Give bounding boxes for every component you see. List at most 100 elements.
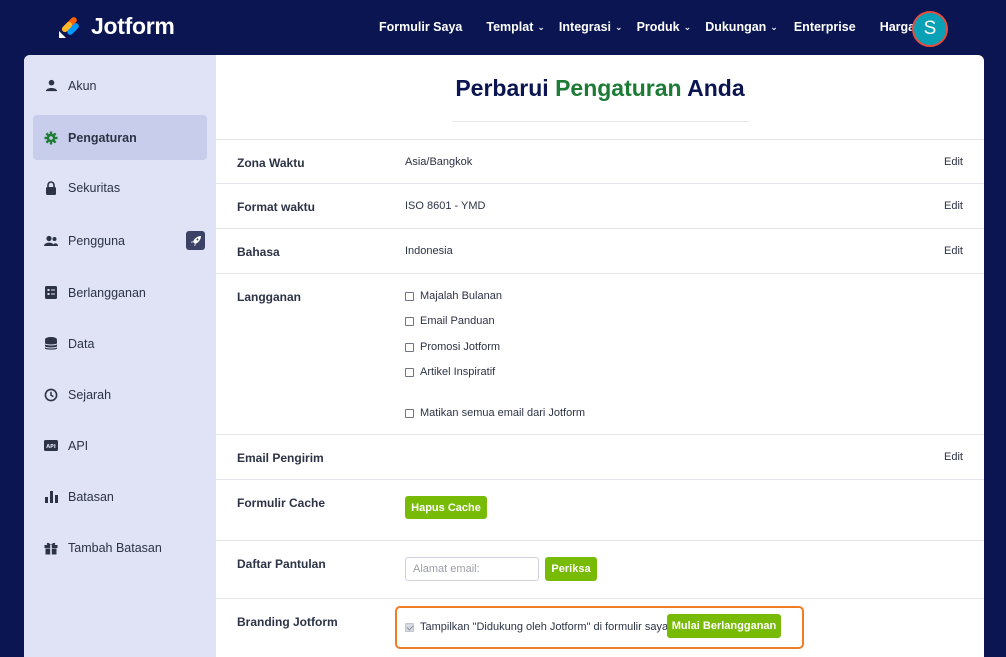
subscription-option[interactable]: Promosi Jotform [405, 341, 500, 353]
sidebar-item-label: Berlangganan [68, 285, 146, 300]
checkbox[interactable] [405, 291, 414, 301]
settings-panel: Akun Pengaturan Sekuritas Pengguna Berla… [24, 55, 984, 657]
sidebar-item-label: Sejarah [68, 387, 112, 402]
sidebar-item-sejarah[interactable]: Sejarah [33, 372, 207, 417]
title-part: Anda [687, 75, 745, 101]
checkbox-label: Promosi Jotform [420, 341, 501, 353]
checkbox[interactable] [405, 342, 414, 352]
api-icon: API [44, 439, 58, 453]
title-part: Perbarui [455, 75, 549, 101]
divider [452, 121, 749, 122]
setting-row-sender-email: Email Pengirim Edit [216, 434, 984, 479]
sidebar-item-label: Pengaturan [68, 130, 137, 145]
nav-templat[interactable]: Templat ⌄ [486, 20, 545, 34]
nav-formulir-saya[interactable]: Formulir Saya [379, 20, 462, 34]
nav-label: Dukungan [705, 20, 767, 34]
setting-label: Langganan [237, 290, 302, 304]
nav-dukungan[interactable]: Dukungan ⌄ [705, 20, 778, 34]
setting-value: Indonesia [405, 245, 453, 257]
sidebar-item-label: Tambah Batasan [68, 540, 162, 555]
chevron-down-icon: ⌄ [615, 21, 623, 32]
nav-integrasi[interactable]: Integrasi ⌄ [559, 20, 623, 34]
sidebar-item-label: API [68, 438, 89, 453]
check-bounce-button[interactable]: Periksa [545, 557, 597, 581]
nav-enterprise[interactable]: Enterprise [794, 20, 856, 34]
database-icon [44, 336, 58, 351]
invoice-icon [44, 286, 58, 300]
sidebar-item-tambah-batasan[interactable]: Tambah Batasan [33, 525, 207, 570]
users-icon [44, 234, 58, 248]
gift-icon [44, 541, 58, 555]
start-subscription-button[interactable]: Mulai Berlangganan [667, 614, 781, 638]
setting-row-language: Bahasa Indonesia Edit [216, 228, 984, 273]
setting-label: Zona Waktu [237, 156, 305, 170]
sidebar-item-berlangganan[interactable]: Berlangganan [33, 270, 207, 315]
settings-content: Perbarui Pengaturan Anda Zona Waktu Asia… [216, 55, 984, 657]
history-icon [44, 388, 58, 402]
svg-text:API: API [46, 444, 56, 450]
chevron-down-icon: ⌄ [537, 21, 545, 32]
nav-label: Templat [486, 20, 534, 34]
checkbox-label: Artikel Inspiratif [420, 366, 496, 378]
sidebar-item-batasan[interactable]: Batasan [33, 474, 207, 519]
jotform-logo[interactable]: Jotform [58, 13, 175, 40]
setting-label: Bahasa [237, 245, 280, 259]
edit-language-link[interactable]: Edit [944, 245, 963, 257]
sidebar-item-sekuritas[interactable]: Sekuritas [33, 165, 207, 210]
setting-value: ISO 8601 - YMD [405, 200, 486, 212]
setting-label: Branding Jotform [237, 615, 338, 629]
nav-label: Harga [879, 20, 916, 34]
checkbox-label: Matikan semua email dari Jotform [420, 407, 586, 419]
unsubscribe-all-option[interactable]: Matikan semua email dari Jotform [405, 407, 585, 419]
setting-label: Formulir Cache [237, 496, 326, 510]
title-highlight: Pengaturan [555, 75, 682, 101]
edit-sender-email-link[interactable]: Edit [944, 451, 963, 463]
sidebar-item-label: Sekuritas [68, 180, 121, 195]
setting-label: Daftar Pantulan [237, 557, 326, 571]
nav-label: Enterprise [793, 20, 856, 34]
page-title: Perbarui Pengaturan Anda [216, 75, 984, 102]
lock-icon [44, 180, 58, 195]
setting-row-timezone: Zona Waktu Asia/Bangkok Edit [216, 139, 984, 184]
clear-cache-button[interactable]: Hapus Cache [405, 496, 487, 519]
user-avatar[interactable]: S [912, 11, 948, 47]
setting-value: Asia/Bangkok [405, 156, 473, 168]
setting-label: Email Pengirim [237, 451, 324, 465]
sidebar-item-api[interactable]: API API [33, 423, 207, 468]
sidebar-item-pengaturan[interactable]: Pengaturan [33, 115, 207, 160]
subscription-option[interactable]: Majalah Bulanan [405, 290, 502, 302]
chevron-down-icon: ⌄ [683, 21, 692, 32]
checkbox-label: Tampilkan "Didukung oleh Jotform" di for… [420, 621, 669, 633]
sidebar-item-label: Pengguna [68, 233, 126, 248]
checkbox[interactable] [405, 408, 414, 418]
edit-time-format-link[interactable]: Edit [944, 200, 963, 212]
sidebar-item-akun[interactable]: Akun [33, 63, 207, 108]
checkbox[interactable] [405, 367, 414, 377]
rocket-icon[interactable] [186, 231, 205, 250]
nav-produk[interactable]: Produk ⌄ [637, 20, 692, 34]
checkbox[interactable] [405, 622, 414, 632]
setting-row-bounce-list: Daftar Pantulan Alamat email: Periksa [216, 540, 984, 599]
sidebar-item-pengguna[interactable]: Pengguna [33, 218, 207, 263]
setting-row-form-cache: Formulir Cache Hapus Cache [216, 479, 984, 541]
branding-option[interactable]: Tampilkan "Didukung oleh Jotform" di for… [405, 621, 668, 633]
subscription-option[interactable]: Artikel Inspiratif [405, 366, 495, 378]
brand-name: Jotform [91, 13, 175, 39]
subscription-option[interactable]: Email Panduan [405, 315, 495, 327]
sidebar: Akun Pengaturan Sekuritas Pengguna Berla… [24, 55, 216, 657]
bounce-email-input[interactable]: Alamat email: [405, 557, 539, 581]
setting-label: Format waktu [237, 200, 316, 214]
chevron-down-icon: ⌄ [770, 21, 778, 32]
checkbox-label: Email Panduan [420, 315, 495, 327]
top-navbar: Jotform Formulir Saya Templat ⌄ Integras… [0, 0, 1006, 55]
sidebar-item-data[interactable]: Data [33, 321, 207, 366]
main-menu: Formulir Saya Templat ⌄ Integrasi ⌄ Prod… [379, 20, 915, 34]
nav-label: Produk [636, 20, 680, 34]
edit-timezone-link[interactable]: Edit [944, 156, 963, 168]
setting-row-subscriptions: Langganan Majalah Bulanan Email Panduan … [216, 273, 984, 435]
sidebar-item-label: Data [68, 336, 95, 351]
setting-row-time-format: Format waktu ISO 8601 - YMD Edit [216, 183, 984, 228]
gear-icon [44, 131, 58, 145]
nav-harga[interactable]: Harga [880, 20, 915, 34]
checkbox[interactable] [405, 316, 414, 326]
